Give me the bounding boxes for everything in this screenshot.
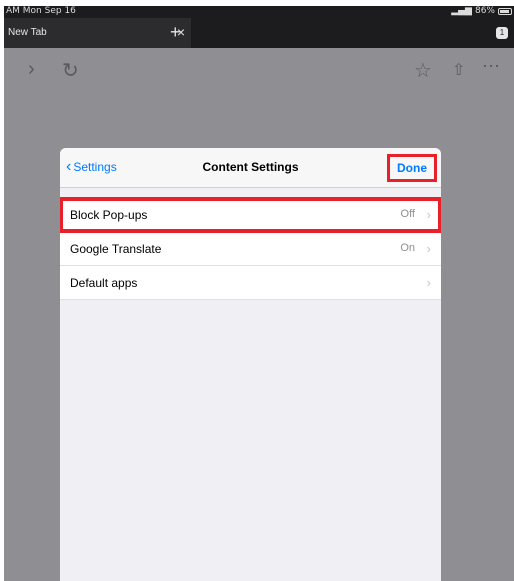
row-block-popups[interactable]: Block Pop-ups Off › [60, 197, 441, 233]
row-google-translate[interactable]: Google Translate On › [60, 232, 441, 266]
ipad-screen: AM Mon Sep 16 ▂▄▆ 86% New Tab × + 1 › ↻ … [4, 6, 514, 581]
signal-icon: ▂▄▆ [451, 6, 472, 16]
browser-toolbar: › ↻ ☆ ⇧ ⋯ [4, 48, 514, 94]
tab-bar: New Tab × + 1 [4, 18, 514, 48]
status-bar: AM Mon Sep 16 ▂▄▆ 86% [4, 6, 514, 18]
tab-title: New Tab [8, 27, 47, 38]
tab-count-button[interactable]: 1 [496, 27, 508, 39]
row-label: Default apps [70, 276, 138, 290]
reload-icon[interactable]: ↻ [62, 58, 79, 83]
status-right: ▂▄▆ 86% [451, 6, 512, 16]
chevron-right-icon: › [426, 241, 431, 256]
row-value: On [400, 242, 415, 254]
tab-new-tab[interactable]: New Tab × [4, 18, 191, 48]
done-button[interactable]: Done [387, 154, 437, 182]
row-value: Off [400, 208, 415, 220]
star-icon[interactable]: ☆ [414, 58, 432, 83]
battery-icon [498, 7, 512, 15]
forward-icon[interactable]: › [28, 58, 35, 81]
battery-percent: 86% [474, 6, 495, 16]
row-default-apps[interactable]: Default apps › [60, 266, 441, 300]
more-icon[interactable]: ⋯ [482, 56, 500, 77]
content-settings-modal: ‹ Settings Content Settings Done Block P… [60, 148, 441, 581]
share-icon[interactable]: ⇧ [452, 60, 465, 80]
chevron-right-icon: › [426, 207, 431, 222]
status-time: AM Mon Sep 16 [6, 6, 76, 16]
settings-list: Block Pop-ups Off › Google Translate On … [60, 197, 441, 300]
settings-navbar: ‹ Settings Content Settings Done [60, 148, 441, 188]
new-tab-button[interactable]: + [170, 22, 181, 43]
row-label: Block Pop-ups [70, 208, 148, 222]
row-label: Google Translate [70, 242, 162, 256]
page-title: Content Settings [202, 160, 299, 174]
chevron-right-icon: › [426, 275, 431, 290]
